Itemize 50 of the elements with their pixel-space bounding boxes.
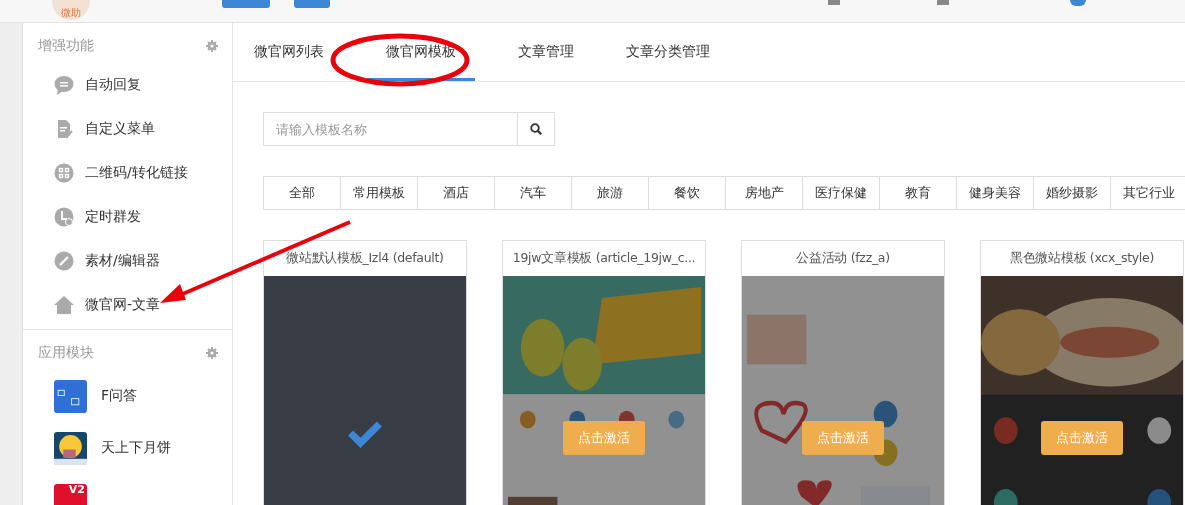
moon-app-icon: [54, 431, 87, 465]
template-title: 微站默认模板_Izl4 (default): [285, 249, 445, 267]
section-title: 应用模块: [38, 344, 94, 362]
template-title: 黑色微站模板 (xcx_style): [1009, 249, 1155, 267]
header-button[interactable]: [294, 0, 330, 8]
category-tab[interactable]: 汽车: [495, 177, 572, 209]
category-tab[interactable]: 全部: [264, 177, 341, 209]
template-card[interactable]: 公益活动 (fzz_a) 点击激活: [741, 240, 945, 505]
sidebar-item[interactable]: 定时群发: [23, 195, 232, 239]
sidebar-item[interactable]: 微官网-文章: [23, 283, 232, 327]
tab[interactable]: 微官网列表: [245, 23, 333, 81]
app-icon: [54, 379, 87, 413]
category-tab[interactable]: 医疗保健: [803, 177, 880, 209]
logo-text: 微助: [61, 6, 81, 20]
sidebar-item[interactable]: 素材/编辑器: [23, 239, 232, 283]
sidebar-item[interactable]: 自动回复: [23, 63, 232, 107]
version-label: V2: [68, 483, 86, 496]
tab[interactable]: 文章管理: [509, 23, 583, 81]
settings-icon[interactable]: [206, 347, 218, 359]
category-tab[interactable]: 常用模板: [341, 177, 418, 209]
category-tab[interactable]: 酒店: [418, 177, 495, 209]
clock-icon: [54, 207, 74, 227]
search-field[interactable]: 请输入模板名称: [263, 112, 517, 146]
sidebar-item[interactable]: 天上下月饼: [23, 422, 232, 474]
template-card[interactable]: 微站默认模板_Izl4 (default): [263, 240, 467, 505]
house-icon: [54, 295, 74, 315]
sidebar-item[interactable]: 二维码/转化链接: [23, 151, 232, 195]
pencil-icon: [54, 251, 74, 271]
tab[interactable]: 微官网模板: [367, 23, 475, 81]
category-tab[interactable]: 其它行业: [1111, 177, 1185, 209]
search-icon: [530, 123, 542, 135]
qr-code-icon: [54, 163, 74, 183]
sidebar-item[interactable]: V2: [23, 474, 232, 505]
chat-icon: [54, 75, 74, 95]
category-tab[interactable]: 婚纱摄影: [1034, 177, 1111, 209]
category-tab[interactable]: 健身美容: [957, 177, 1034, 209]
sidebar-item[interactable]: 自定义菜单: [23, 107, 232, 151]
template-card[interactable]: 黑色微站模板 (xcx_style) 点击激活: [980, 240, 1184, 505]
tab[interactable]: 文章分类管理: [617, 23, 719, 81]
template-title: 19jw文章模板 (article_19jw_c...: [511, 249, 697, 267]
category-tab[interactable]: 房地产: [726, 177, 803, 209]
template-card[interactable]: 19jw文章模板 (article_19jw_c... 点击激活: [502, 240, 706, 505]
search-button[interactable]: [517, 112, 555, 146]
sidebar-item[interactable]: F问答: [23, 370, 232, 422]
category-tab[interactable]: 旅游: [572, 177, 649, 209]
section-title: 增强功能: [38, 37, 94, 55]
category-tab[interactable]: 教育: [880, 177, 957, 209]
template-title: 公益活动 (fzz_a): [795, 249, 891, 267]
category-tab[interactable]: 餐饮: [649, 177, 726, 209]
settings-icon[interactable]: [206, 40, 218, 52]
